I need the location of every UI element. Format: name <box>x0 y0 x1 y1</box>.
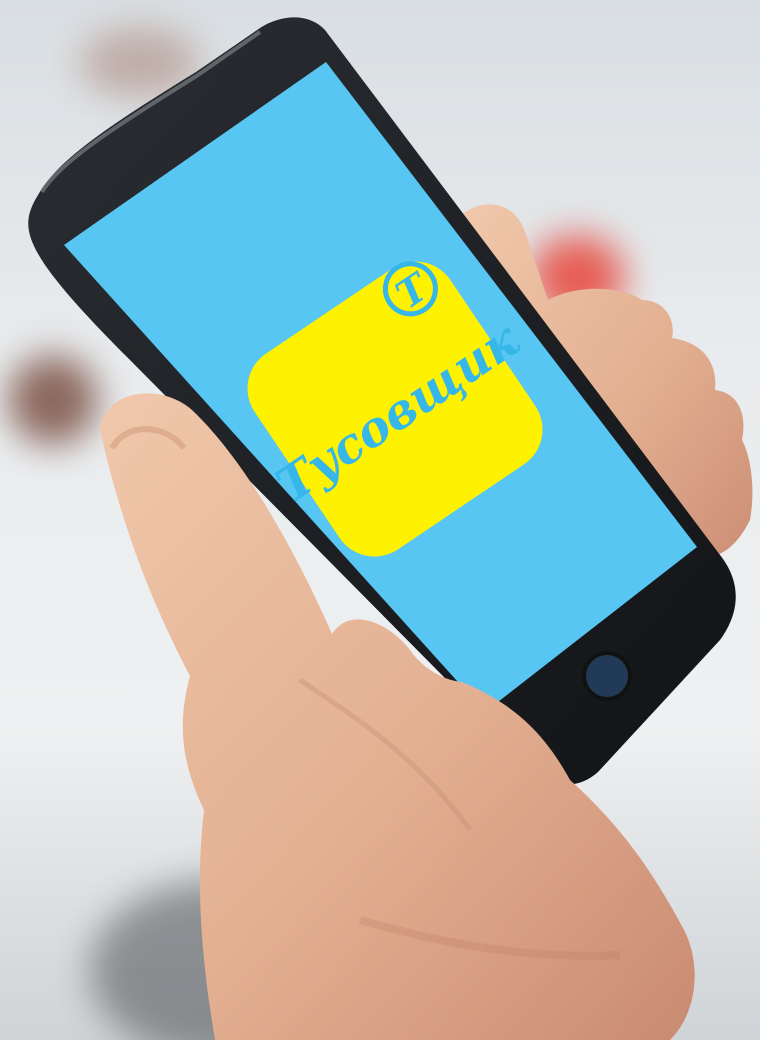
phone-in-hand-photo: Тусовщик Т <box>28 17 753 1040</box>
photo-scene: Тусовщик Т <box>0 0 760 1040</box>
home-button-icon[interactable] <box>582 651 632 701</box>
